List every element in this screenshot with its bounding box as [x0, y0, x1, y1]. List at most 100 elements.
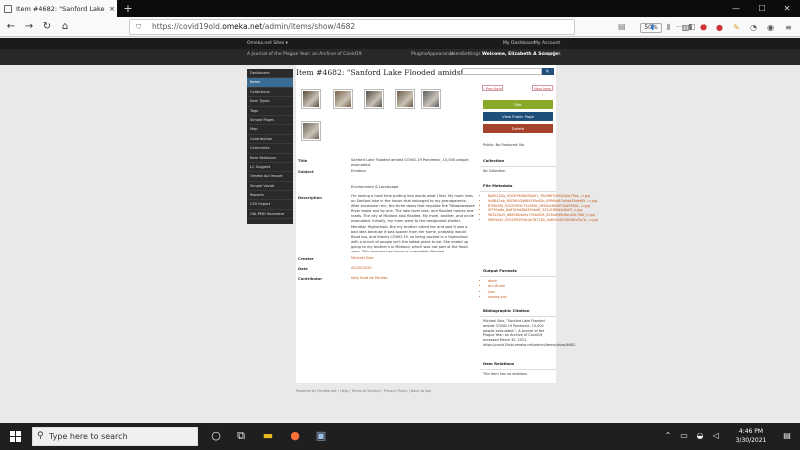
menu-icon[interactable]: ≡ [783, 22, 794, 33]
citation-heading: Bibliographic Citation [480, 305, 556, 317]
adblock-icon[interactable]: ⬣ [698, 22, 709, 33]
cortana-icon[interactable]: ○ [208, 428, 224, 444]
output-formats-box: Output Formats atom dc-rdf-xml json omek… [480, 265, 556, 300]
extension-icon[interactable]: ● [714, 22, 725, 33]
tab-close-icon[interactable]: × [107, 5, 117, 13]
settings-link[interactable]: Settings [462, 52, 480, 57]
maximize-button[interactable]: ☐ [749, 0, 775, 17]
minimize-button[interactable]: — [723, 0, 749, 17]
item-thumbnail[interactable] [333, 89, 353, 109]
sidebar-item-collections[interactable]: Collections [247, 88, 293, 98]
battery-icon[interactable]: ▭ [676, 428, 692, 444]
file-link[interactable]: 9c8842ab_6f03f60346692f5a40b_8ff9f0d67a9… [488, 199, 597, 204]
item-thumbnail[interactable] [301, 89, 321, 109]
extension-2-icon[interactable]: ✎ [731, 22, 742, 33]
url-path: /admin/items/show/4682 [262, 22, 356, 31]
sidebar-item-map[interactable]: Map [247, 125, 293, 135]
task-view-icon[interactable]: ⧉ [233, 428, 249, 444]
extension-3-icon[interactable]: ◔ [748, 22, 759, 33]
file-metadata-box: File Metadata 8a65152a_9203f9f26bf93a01_… [480, 180, 598, 260]
volume-icon[interactable]: ◁ [708, 428, 724, 444]
my-account-link[interactable]: My Account [534, 38, 560, 49]
sidebar-item-tags[interactable]: Tags [247, 107, 293, 116]
reload-icon[interactable]: ↻ [40, 20, 54, 34]
my-dashboard-link[interactable]: My Dashboard [503, 38, 535, 49]
account-icon[interactable]: ◉ [765, 22, 776, 33]
site-title[interactable]: A Journal of the Plague Year: an Archive… [247, 52, 362, 57]
clock-date: 3/30/2021 [735, 437, 767, 444]
firefox-icon[interactable]: ● [287, 428, 303, 444]
shield-icon[interactable]: ⛉ [136, 23, 144, 31]
page-footer: Powered by Omeka.net | Help | Terms of S… [296, 389, 431, 393]
item-thumbnail[interactable] [421, 89, 441, 109]
browser-toolbar: ← → ↻ ⌂ https://covid19old.omeka.net/adm… [0, 17, 800, 37]
file-explorer-icon[interactable]: ▬ [260, 428, 276, 444]
creator-link[interactable]: Michael Sole [351, 256, 374, 261]
sidebar-item-csv-import[interactable]: CSV Import [247, 200, 293, 210]
address-bar[interactable]: https://covid19old.omeka.net/admin/items… [129, 19, 708, 35]
sidebar-item-simple-pages[interactable]: Simple Pages [247, 116, 293, 126]
sidebar-item-oai-pmh-harvester[interactable]: OAI-PMH Harvester [247, 210, 293, 220]
reader-view-icon[interactable]: ▤ [618, 20, 626, 34]
description-value: I'm having a hard time putting into word… [351, 194, 475, 252]
tab-title: Item #4682: "Sanford Lake Floo [16, 4, 107, 13]
thumbnail-image [335, 91, 351, 107]
item-thumbnail[interactable] [301, 121, 321, 141]
item-thumbnail[interactable] [395, 89, 415, 109]
windows-start-icon[interactable] [10, 431, 22, 443]
sidebar-item-reports[interactable]: Reports [247, 191, 293, 201]
thumbnail-image [366, 91, 382, 107]
browser-tab[interactable]: Item #4682: "Sanford Lake Floo × [0, 0, 117, 17]
delete-button[interactable]: Delete [483, 124, 553, 133]
app-window-icon[interactable]: ▣ [313, 428, 329, 444]
download-icon[interactable]: ⬇ [647, 22, 658, 33]
sidebar-item-omeka-api-import[interactable]: Omeka Api Import [247, 172, 293, 182]
network-icon[interactable]: ◒ [692, 428, 708, 444]
sidebar-item-contribution[interactable]: Contribution [247, 135, 293, 145]
logout-link[interactable]: Log Out [543, 52, 561, 57]
sidebar-item-item-types[interactable]: Item Types [247, 97, 293, 107]
library-icon[interactable]: ⫴ [663, 22, 674, 33]
taskbar-search-input[interactable]: ⚲ Type here to search [32, 427, 198, 446]
next-item-button[interactable]: Next Item › [532, 85, 553, 97]
notifications-icon[interactable]: ▤ [779, 428, 795, 444]
home-icon[interactable]: ⌂ [58, 20, 72, 34]
file-list: 8a65152a_9203f9f26bf93a01_7fb5f8f7b9f1d3… [480, 192, 598, 225]
system-clock[interactable]: 4:46 PM 3/30/2021 [727, 427, 775, 445]
search-input[interactable] [462, 68, 542, 75]
people-icon[interactable]: ⌃ [660, 428, 676, 444]
close-window-button[interactable]: ✕ [774, 0, 800, 17]
format-link-omeka-xml[interactable]: omeka-xml [488, 295, 553, 300]
creator-label: Creator [298, 257, 314, 261]
forward-arrow-icon[interactable]: → [22, 20, 36, 34]
collection-heading: Collection [480, 155, 556, 167]
citation-text: Michael Sole, "Sanford Lake Flooded amid… [483, 319, 576, 347]
prev-item-button[interactable]: ‹ Prev Item [482, 85, 503, 91]
item-relations-text: This item has no relations. [483, 372, 528, 376]
item-thumbnail[interactable] [364, 89, 384, 109]
thumbnail-image [303, 91, 319, 107]
item-relations-box: Item Relations This item has no relation… [480, 358, 556, 378]
sidebar-item-simple-vocab[interactable]: Simple Vocab [247, 182, 293, 192]
back-arrow-icon[interactable]: ← [4, 20, 18, 34]
featured-status: Featured: No [501, 143, 525, 147]
new-tab-button[interactable]: + [121, 0, 135, 17]
sidebar-item-items[interactable]: Items [247, 78, 293, 88]
edit-button[interactable]: Edit [483, 100, 553, 109]
collection-box: Collection No Collection [480, 155, 556, 176]
sidebar-item-lc-suggest[interactable]: LC Suggest [247, 163, 293, 173]
contributor-link[interactable]: Katy Kidd de Peralta [351, 276, 387, 281]
date-link[interactable]: 05/20/2020 [351, 266, 372, 271]
sidebar-item-dashboard[interactable]: Dashboard [247, 69, 293, 79]
search-button[interactable]: 🔍 [542, 68, 554, 75]
plugins-link[interactable]: Plugins [411, 52, 427, 57]
users-link[interactable]: Users [450, 52, 463, 57]
sidebar-icon[interactable]: ▥ [680, 22, 691, 33]
sites-dropdown[interactable]: Omeka.net Sites ▾ [247, 38, 288, 49]
sidebar-item-comments[interactable]: Comments [247, 144, 293, 154]
thumbnail-image [397, 91, 413, 107]
view-public-page-button[interactable]: View Public Page [483, 112, 553, 121]
file-metadata-heading: File Metadata [480, 180, 556, 192]
sidebar-item-item-relations[interactable]: Item Relations [247, 154, 293, 163]
file-link[interactable]: 9f6f4d42_9202f9f2f59c4e787185_4a85c04b78… [488, 218, 598, 223]
